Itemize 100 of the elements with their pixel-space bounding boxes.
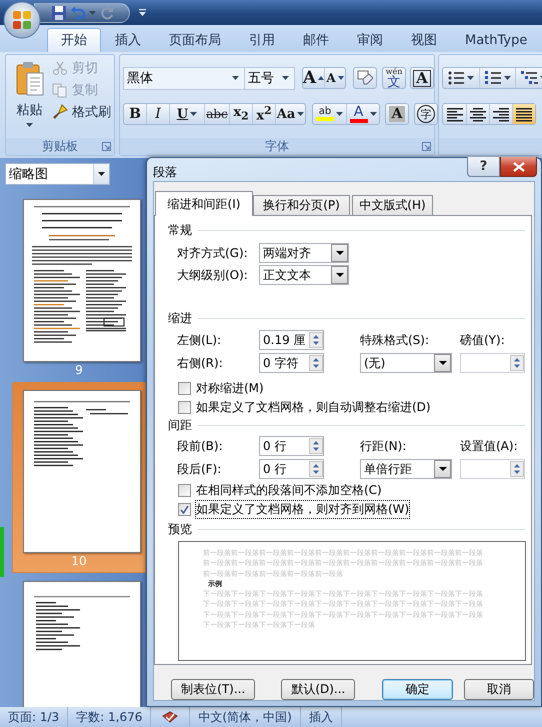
checkbox[interactable]: [178, 382, 191, 394]
spin-field[interactable]: 0 字符: [259, 353, 324, 373]
ribbon-tab[interactable]: 插入: [101, 28, 155, 52]
caret-icon: [336, 273, 344, 277]
subscript-button[interactable]: x$_{2}$: [229, 104, 252, 124]
dropdown-button[interactable]: [331, 244, 348, 262]
field-label: 段前(B):: [177, 438, 224, 454]
enclosed-character-button[interactable]: 字: [415, 104, 437, 124]
spin-button[interactable]: [309, 332, 323, 348]
dialog-button[interactable]: 取消: [464, 679, 534, 700]
ribbon-tab[interactable]: MathType: [451, 28, 542, 52]
dropdown-field[interactable]: 两端对齐: [259, 243, 349, 263]
ribbon-tab[interactable]: 视图: [397, 28, 451, 52]
align-icon: [516, 106, 532, 122]
field-label: 右侧(R):: [177, 354, 224, 372]
customize-icon[interactable]: [138, 8, 147, 17]
spin-field[interactable]: [460, 353, 525, 373]
ribbon-tab[interactable]: 邮件: [289, 28, 343, 52]
dialog-tab[interactable]: 中文版式(H): [352, 195, 433, 215]
page-thumbnail[interactable]: [23, 390, 141, 553]
dialog-button[interactable]: 确定: [382, 679, 454, 700]
caret-icon: [438, 467, 446, 471]
dropdown-field[interactable]: 正文文本: [259, 265, 349, 285]
spin-button[interactable]: [510, 461, 524, 477]
underline-button[interactable]: U: [169, 104, 204, 124]
grow-font-button[interactable]: A: [303, 68, 324, 88]
launcher-icon[interactable]: [102, 142, 111, 151]
close-button[interactable]: [500, 157, 537, 177]
redo-icon[interactable]: [99, 4, 115, 20]
align-icon: [493, 106, 509, 122]
phonetic-guide-button[interactable]: wén 文: [383, 68, 405, 88]
dialog-button[interactable]: 默认(D)...: [281, 679, 356, 700]
superscript-button[interactable]: x$^{2}$: [252, 104, 275, 124]
multilevel-list-button[interactable]: [515, 68, 542, 88]
change-case-button[interactable]: Aa: [275, 104, 305, 124]
page-number: 10: [71, 554, 87, 568]
dropdown-button[interactable]: [434, 354, 451, 372]
ribbon-tab[interactable]: 引用: [235, 28, 289, 52]
field-label: 行距(N):: [360, 438, 408, 454]
italic-button[interactable]: I: [146, 104, 169, 124]
dialog-button[interactable]: 制表位(T)...: [171, 679, 256, 700]
dropdown-field[interactable]: (无): [360, 353, 452, 373]
font-name-field[interactable]: 黑体: [123, 66, 246, 90]
spin-button[interactable]: [309, 355, 323, 371]
shrink-font-button[interactable]: A: [324, 68, 345, 88]
checkbox[interactable]: [178, 484, 191, 496]
caret-icon: [190, 112, 198, 116]
spin-button[interactable]: [309, 461, 323, 477]
strikethrough-button[interactable]: abc: [204, 104, 229, 124]
office-button[interactable]: [3, 1, 41, 39]
dropdown-button[interactable]: [434, 460, 451, 478]
spin-field[interactable]: [460, 459, 525, 479]
close-icon: [512, 162, 524, 172]
dialog-tab[interactable]: 换行和分页(P): [253, 195, 350, 215]
spin-field[interactable]: 0 行: [259, 459, 324, 479]
dialog-tab[interactable]: 缩进和间距(I): [155, 191, 253, 216]
paste-button[interactable]: 粘贴: [11, 57, 48, 135]
highlight-button[interactable]: ab: [313, 104, 346, 124]
save-icon[interactable]: [51, 4, 67, 20]
field-label: 大纲级别(O):: [177, 266, 249, 284]
spin-button[interactable]: [309, 438, 323, 454]
page-thumbnail[interactable]: [23, 199, 141, 362]
caret-icon: [504, 76, 510, 80]
status-text: 页面: 1/3: [8, 708, 60, 726]
ribbon-tab[interactable]: 页面布局: [155, 28, 235, 52]
section-heading: 间距: [168, 416, 192, 434]
dropdown-field[interactable]: 单倍行距: [360, 459, 452, 479]
center-button[interactable]: [466, 104, 489, 124]
ribbon-tab[interactable]: 审阅: [343, 28, 397, 52]
font-size-field[interactable]: 五号: [244, 66, 295, 90]
status-text: 插入: [308, 708, 333, 726]
spin-field[interactable]: 0.19 厘: [259, 330, 324, 350]
caret-icon: [89, 10, 96, 14]
caret-icon: [297, 112, 304, 116]
align-icon: [446, 106, 462, 122]
proofing-icon[interactable]: [161, 710, 180, 724]
clipboard-icon: [14, 61, 44, 97]
checkbox[interactable]: [178, 400, 191, 414]
justify-button[interactable]: [512, 104, 535, 124]
bold-button[interactable]: B: [124, 104, 146, 124]
dropdown-button[interactable]: [331, 266, 348, 284]
spin-button[interactable]: [510, 355, 524, 371]
view-dropdown[interactable]: 缩略图: [5, 163, 110, 185]
font-color-button[interactable]: A: [346, 104, 379, 124]
status-text: 字数: 1,676: [76, 708, 142, 726]
shading-button[interactable]: A: [386, 104, 408, 124]
checkbox-label: 在相同样式的段落间不添加空格(C): [196, 482, 382, 498]
checkbox[interactable]: [178, 502, 191, 516]
down-triangle-icon: [338, 76, 344, 80]
spin-field[interactable]: 0 行: [259, 436, 324, 456]
ribbon-tab[interactable]: 开始: [47, 28, 101, 52]
checkbox-label: 对称缩进(M): [196, 380, 264, 396]
launcher-icon[interactable]: [422, 142, 431, 151]
caret-icon: [282, 76, 289, 80]
character-border-button[interactable]: A: [411, 68, 433, 88]
list-icon: [448, 70, 465, 86]
page-thumbnail[interactable]: [23, 581, 141, 707]
format-painter-button[interactable]: 格式刷: [52, 101, 114, 123]
copy-icon: [52, 82, 68, 98]
help-button[interactable]: ?: [467, 157, 500, 177]
